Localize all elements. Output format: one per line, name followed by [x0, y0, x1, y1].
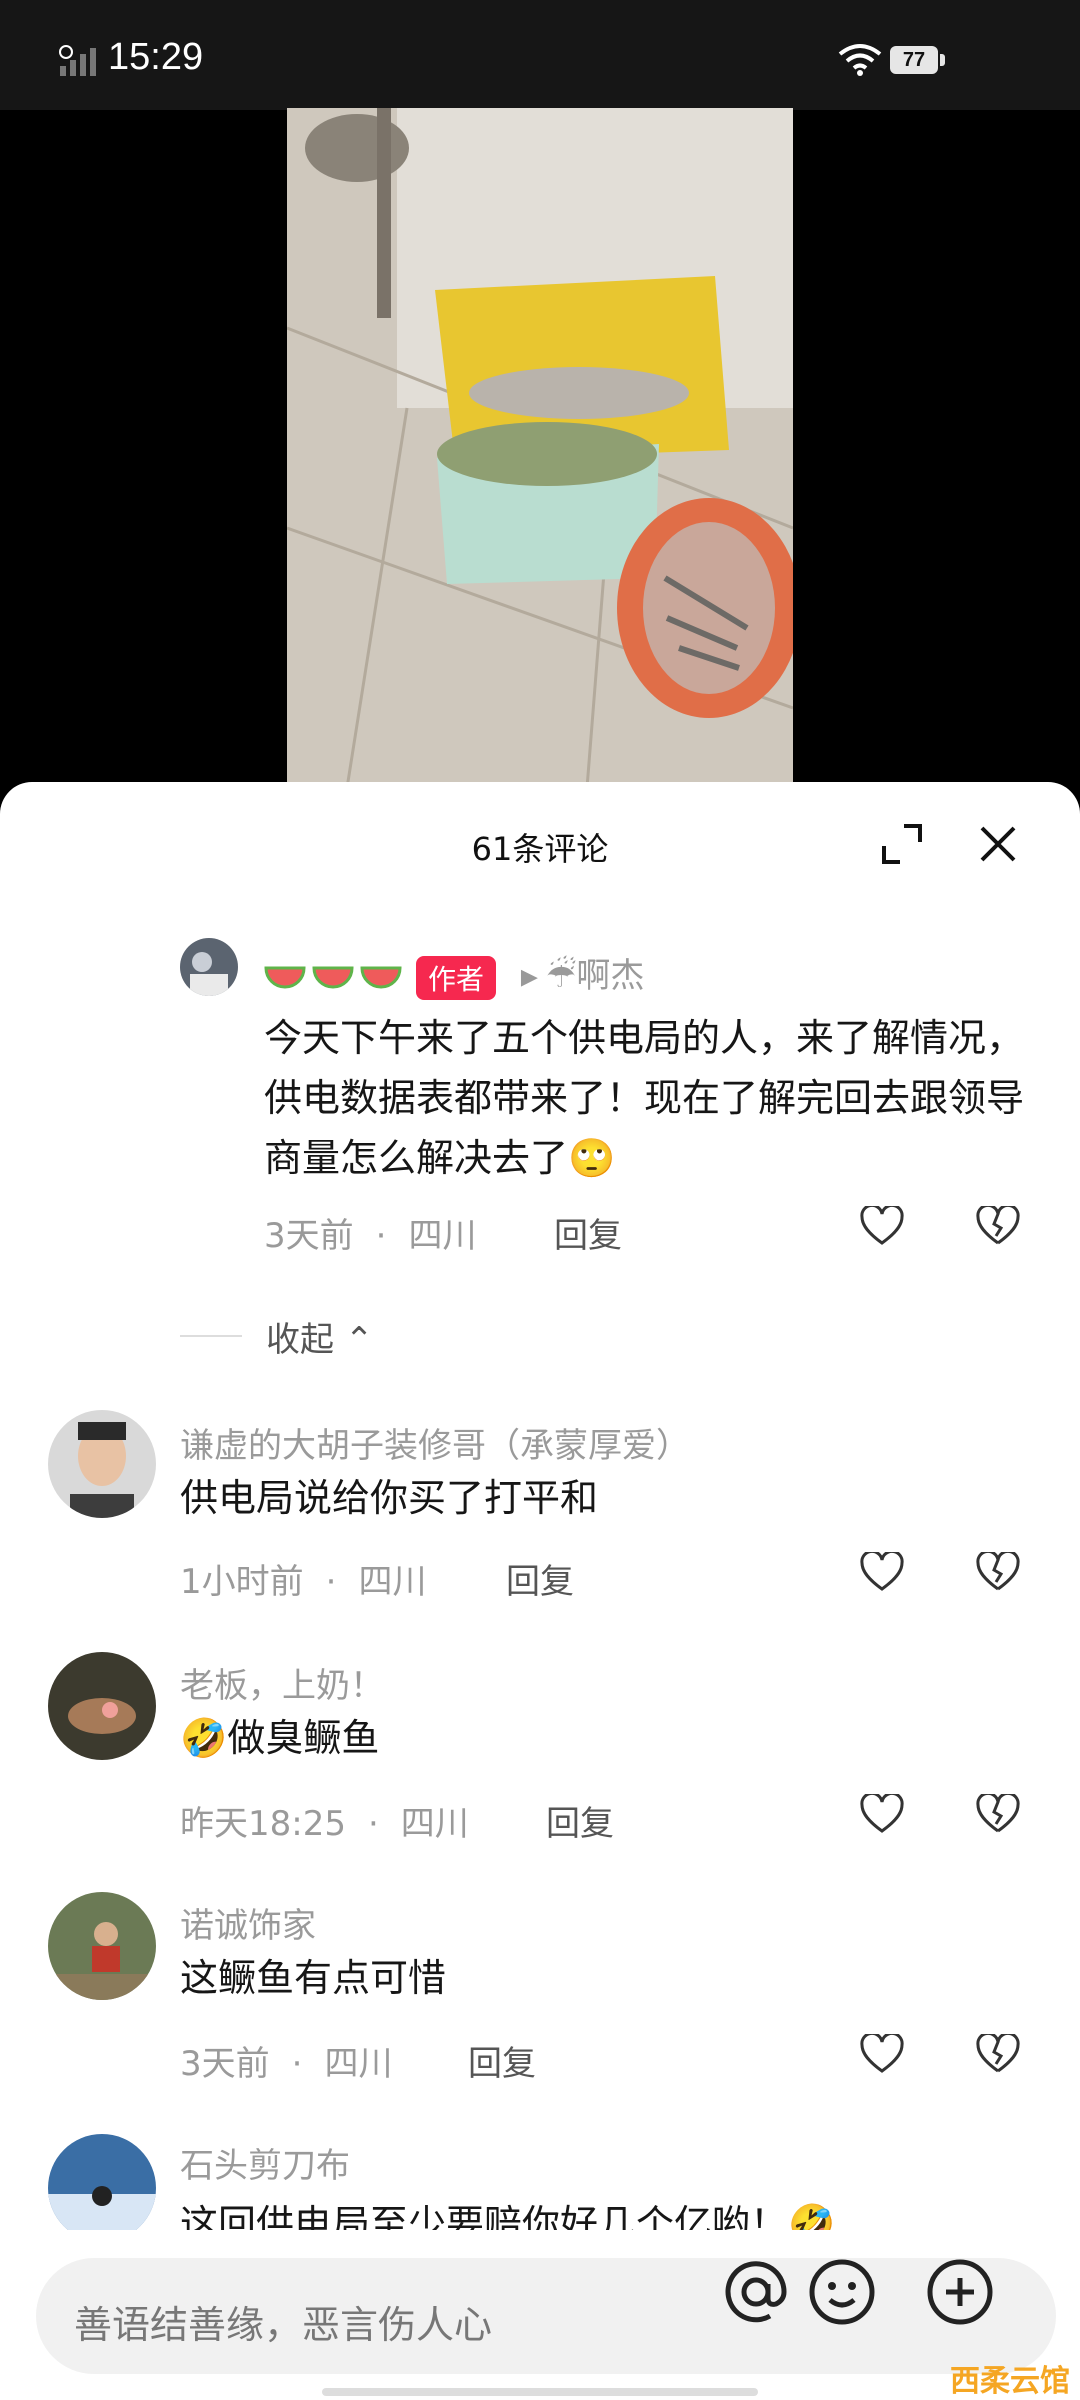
status-bar: 15:29 77: [0, 0, 1080, 110]
home-indicator[interactable]: [322, 2388, 758, 2396]
at-icon[interactable]: [720, 2256, 792, 2328]
comment-input-bar: 善语结善缘，恶言伤人心: [0, 2230, 1080, 2400]
watermark-logo: 西柔云馆: [950, 2364, 1070, 2399]
comment-username[interactable]: 石头剪刀布: [180, 2138, 350, 2187]
signal-icon: [59, 45, 96, 76]
video-player[interactable]: [287, 108, 793, 788]
comment-input[interactable]: 善语结善缘，恶言伤人心: [36, 2258, 1056, 2374]
smile-icon[interactable]: [806, 2256, 878, 2328]
video-frame-image: [287, 108, 793, 788]
plus-circle-icon[interactable]: [924, 2256, 996, 2328]
comment-input-placeholder: 善语结善缘，恶言伤人心: [74, 2303, 493, 2347]
comment-text: 这回供电局至少要赔你好几个亿哟！🤣: [180, 2202, 836, 2230]
battery-level: 77: [890, 46, 938, 74]
comments-panel: 61条评论 作者 ▸ ☔啊杰 今天下午来了五个供电局的人，来了解情况，供电数据表都…: [0, 782, 1080, 2400]
avatar[interactable]: [48, 2134, 156, 2230]
comment-item: 石头剪刀布 这回供电局至少要赔你好几个亿哟！🤣: [0, 782, 1080, 2230]
wifi-icon: [838, 44, 882, 76]
status-time: 15:29: [108, 36, 204, 78]
battery-tip: [940, 54, 945, 66]
